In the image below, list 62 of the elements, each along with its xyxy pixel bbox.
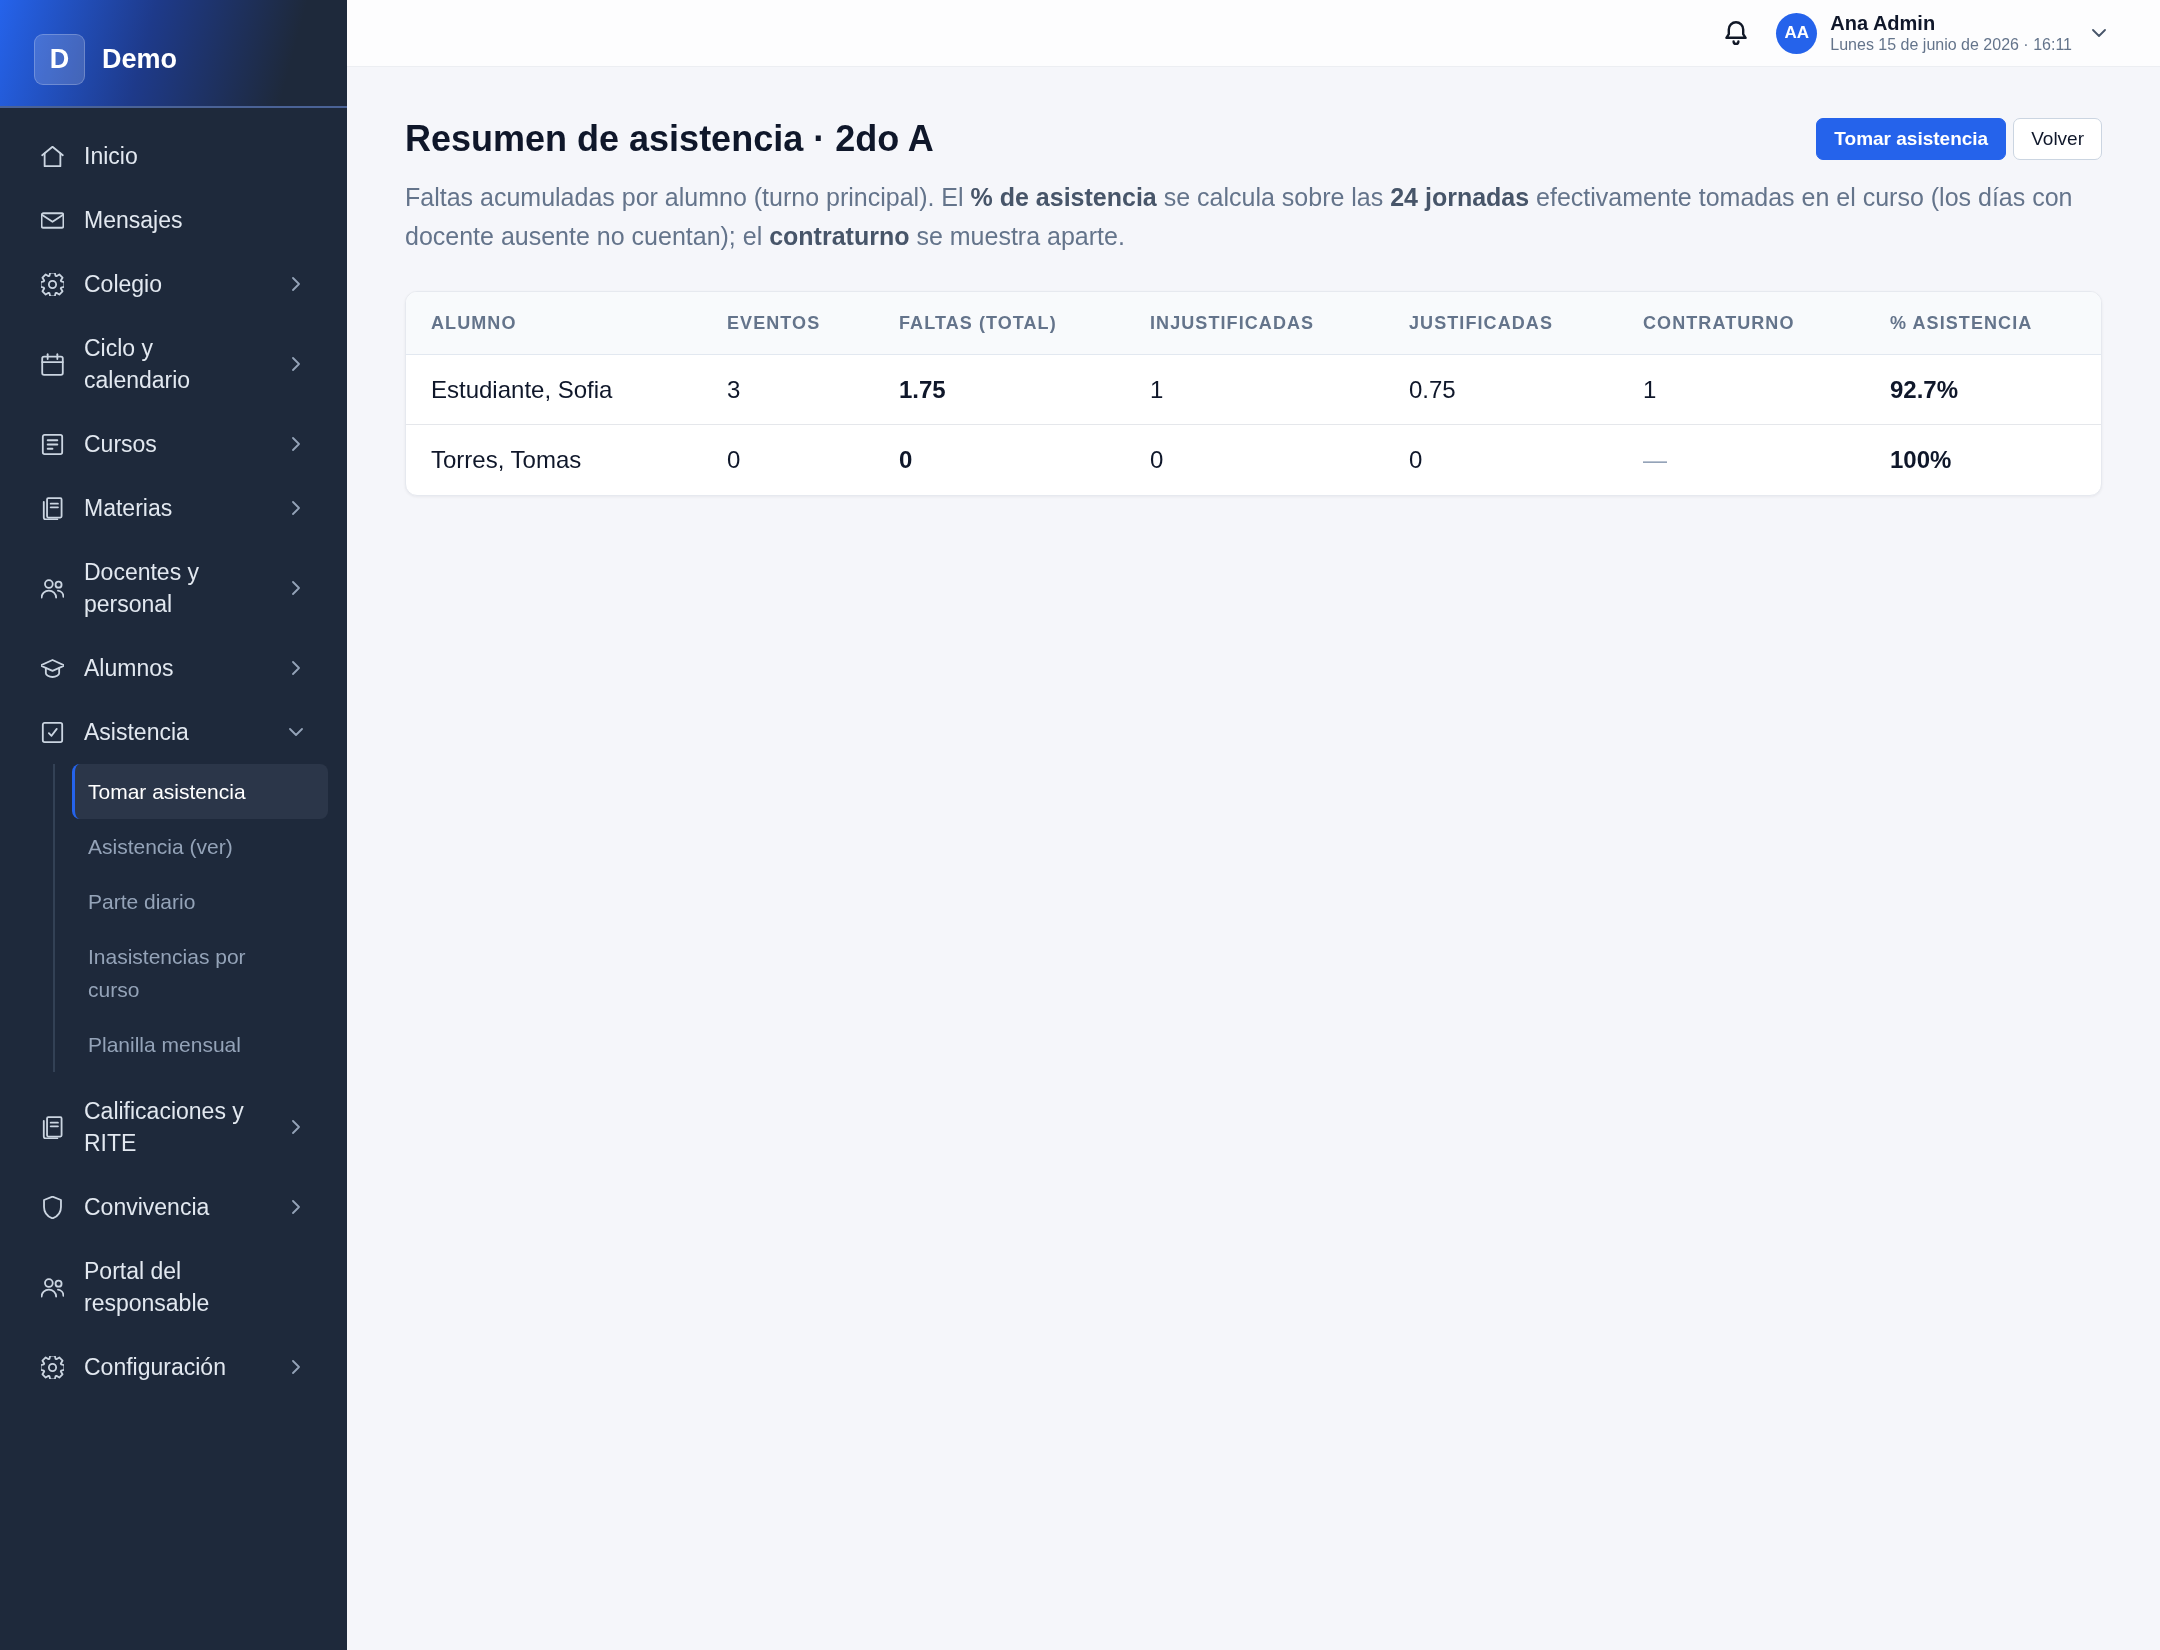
- brand-logo: D: [34, 33, 85, 85]
- sidebar-subitem[interactable]: Tomar asistencia: [72, 764, 328, 819]
- gear-icon: [41, 1355, 64, 1379]
- people-icon: [41, 576, 64, 600]
- table-cell: 0.75: [1409, 375, 1456, 403]
- table-cell: Torres, Tomas: [431, 445, 582, 473]
- table-cell: 0: [899, 445, 913, 473]
- sidebar-nav-item[interactable]: Cursos: [0, 412, 347, 476]
- column-header: CONTRATURNO: [1643, 312, 1795, 333]
- sidebar-nav-item[interactable]: Alumnos: [0, 636, 347, 700]
- table-cell: 0: [1150, 445, 1164, 473]
- avatar: AA: [1776, 12, 1818, 54]
- column-header: ALUMNO: [431, 312, 517, 333]
- secondary-button[interactable]: Volver: [2013, 118, 2102, 160]
- page-title: Resumen de asistencia · 2do A: [405, 118, 934, 160]
- sidebar-nav-item[interactable]: Docentes y personal: [0, 540, 347, 636]
- column-header: INJUSTIFICADAS: [1150, 312, 1315, 333]
- page-description: Faltas acumuladas por alumno (turno principal). El % de asistencia se calcula sobre las 24 jornadas efectivamente tomadas en el curso (los días con docente ausente no cuentan); el contraturno se muestra aparte.: [405, 182, 2074, 252]
- column-header: % ASISTENCIA: [1890, 312, 2033, 333]
- document-icon: [41, 432, 64, 456]
- date-time: Lunes 15 de junio de 2026 · 16:11: [1830, 35, 2072, 55]
- sidebar-subitem[interactable]: Inasistencias por curso: [72, 929, 328, 1017]
- user-name: Ana Admin: [1830, 11, 1937, 35]
- sidebar-nav-item[interactable]: Materias: [0, 476, 347, 540]
- shield-icon: [41, 1195, 64, 1219]
- people-icon: [41, 1275, 64, 1299]
- table-cell: 1: [1643, 375, 1657, 403]
- sidebar-nav-item[interactable]: Mensajes: [0, 188, 347, 252]
- table-cell: —: [1643, 445, 1667, 473]
- table-cell: Estudiante, Sofia: [431, 375, 613, 403]
- sidebar-nav-item[interactable]: Ciclo y calendario: [0, 316, 347, 412]
- sidebar-subitem[interactable]: Parte diario: [72, 874, 328, 929]
- sidebar-nav-item[interactable]: Portal del responsable: [0, 1239, 347, 1335]
- sidebar-nav-item[interactable]: Configuración: [0, 1335, 347, 1399]
- column-header: FALTAS (TOTAL): [899, 312, 1057, 333]
- table-cell: 3: [727, 375, 741, 403]
- graduation-cap-icon: [41, 656, 64, 680]
- table-cell: 92.7%: [1890, 375, 1959, 403]
- sidebar-subitem[interactable]: Planilla mensual: [72, 1017, 328, 1072]
- home-icon: [41, 144, 64, 168]
- table-cell: 100%: [1890, 445, 1952, 473]
- column-header: EVENTOS: [727, 312, 821, 333]
- brand-name: Demo: [102, 43, 177, 75]
- column-header: JUSTIFICADAS: [1409, 312, 1553, 333]
- primary-button[interactable]: Tomar asistencia: [1816, 118, 2007, 160]
- sidebar-nav-item[interactable]: Asistencia: [0, 700, 347, 764]
- checkbox-icon: [41, 720, 64, 744]
- table-cell: 1.75: [899, 375, 946, 403]
- book-icon: [41, 496, 64, 520]
- table-cell: 0: [727, 445, 741, 473]
- table-cell: 1: [1150, 375, 1164, 403]
- calendar-icon: [41, 352, 64, 376]
- sidebar-nav-item[interactable]: Colegio: [0, 252, 347, 316]
- notification-bell-icon[interactable]: [1725, 21, 1748, 45]
- sidebar-nav-item[interactable]: Inicio: [0, 124, 347, 188]
- sidebar-nav-item[interactable]: Calificaciones y RITE: [0, 1079, 347, 1175]
- book-icon: [41, 1115, 64, 1139]
- gear-icon: [41, 272, 64, 296]
- sidebar-nav-item[interactable]: Convivencia: [0, 1175, 347, 1239]
- chevron-down-icon[interactable]: [2092, 29, 2106, 37]
- sidebar-subitem[interactable]: Asistencia (ver): [72, 819, 328, 874]
- table-cell: 0: [1409, 445, 1423, 473]
